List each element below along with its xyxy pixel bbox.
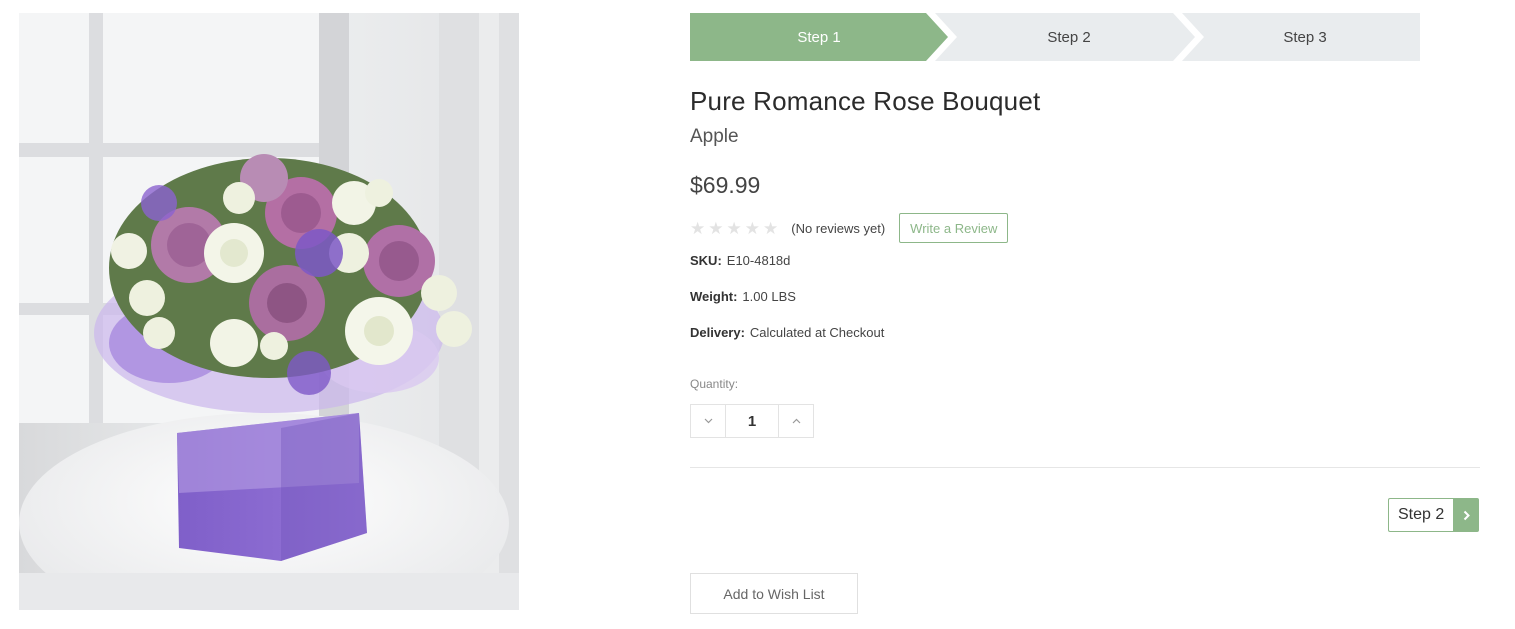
write-review-button[interactable]: Write a Review [899,213,1009,243]
product-photo [19,13,519,610]
sku-label: SKU: [690,253,722,268]
step-3[interactable]: Step 3 [1182,13,1420,61]
star-icon: ★ [690,218,706,238]
chevron-up-icon [792,418,800,424]
checkout-steps: Step 1 Step 2 Step 3 [690,13,1420,61]
reviews-count: (No reviews yet) [791,220,886,236]
weight-value: 1.00 LBS [742,289,796,304]
add-to-wishlist-button[interactable]: Add to Wish List [690,573,858,614]
next-step-button[interactable]: Step 2 [1388,498,1480,532]
chevron-down-icon [704,418,712,424]
star-icon: ★ [763,218,779,238]
quantity-label: Quantity: [690,377,739,391]
weight-row: Weight: 1.00 LBS [690,289,796,304]
quantity-stepper [690,404,814,438]
divider [690,467,1480,468]
rating-row: ★ ★ ★ ★ ★ (No reviews yet) Write a Revie… [690,213,1009,243]
star-icon: ★ [708,218,724,238]
star-icon: ★ [744,218,760,238]
quantity-input[interactable] [726,404,778,438]
sku-row: SKU: E10-4818d [690,253,790,268]
quantity-decrement-button[interactable] [690,404,726,438]
step-1[interactable]: Step 1 [690,13,948,61]
product-title: Pure Romance Rose Bouquet [690,86,1041,116]
delivery-label: Delivery: [690,325,745,340]
delivery-row: Delivery: Calculated at Checkout [690,325,884,340]
sku-value: E10-4818d [726,253,791,268]
chevron-right-icon [1453,498,1480,532]
weight-label: Weight: [690,289,738,304]
product-price: $69.99 [690,172,761,198]
product-image [19,13,519,610]
step-2[interactable]: Step 2 [935,13,1195,61]
product-brand[interactable]: Apple [690,126,739,148]
star-icon: ★ [726,218,742,238]
star-rating: ★ ★ ★ ★ ★ [690,220,778,237]
delivery-value: Calculated at Checkout [749,325,885,340]
next-step-label: Step 2 [1388,498,1454,532]
quantity-increment-button[interactable] [778,404,814,438]
